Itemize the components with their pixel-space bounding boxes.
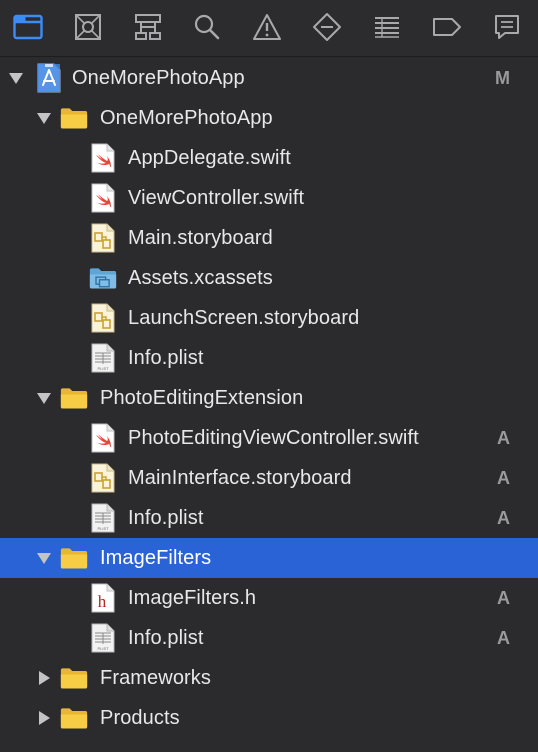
swift-file-icon <box>89 183 117 213</box>
issue-navigator-icon[interactable] <box>251 11 283 43</box>
tree-item-label: Products <box>100 707 180 729</box>
storyboard-file-icon <box>89 463 117 493</box>
swift-file-icon <box>89 143 117 173</box>
svg-text:h: h <box>98 592 107 611</box>
tree-row[interactable]: Frameworks <box>0 658 538 698</box>
tree-row[interactable]: PLIST Info.plist A <box>0 498 538 538</box>
folder-icon <box>60 544 88 572</box>
tree-row[interactable]: Main.storyboard <box>0 218 538 258</box>
folder-icon <box>60 664 88 692</box>
tree-item-label: LaunchScreen.storyboard <box>128 307 360 329</box>
tree-item-label: Info.plist <box>128 627 204 649</box>
folder-icon <box>60 384 88 412</box>
tree-item-label: ImageFilters.h <box>128 587 257 609</box>
tree-row[interactable]: Assets.xcassets <box>0 258 538 298</box>
disclosure-expanded-icon[interactable] <box>8 70 24 86</box>
tree-row[interactable]: AppDelegate.swift <box>0 138 538 178</box>
tree-row[interactable]: h ImageFilters.h A <box>0 578 538 618</box>
source-control-navigator-icon[interactable] <box>72 11 104 43</box>
tree-row[interactable]: MainInterface.storyboard A <box>0 458 538 498</box>
tree-row[interactable]: PLIST Info.plist <box>0 338 538 378</box>
plist-file-icon: PLIST <box>89 503 117 533</box>
tree-row[interactable]: Products <box>0 698 538 738</box>
navigator-toolbar <box>0 0 538 57</box>
tree-item-label: OneMorePhotoApp <box>72 67 245 89</box>
header-file-icon: h <box>89 583 117 613</box>
folder-icon <box>60 704 88 732</box>
disclosure-expanded-icon[interactable] <box>36 390 52 406</box>
plist-file-icon: PLIST <box>89 343 117 373</box>
folder-icon <box>60 104 88 132</box>
source-control-status-badge: A <box>497 628 510 648</box>
tree-item-label: MainInterface.storyboard <box>128 467 352 489</box>
source-control-status-badge: A <box>497 468 510 488</box>
tree-item-label: PhotoEditingViewController.swift <box>128 427 419 449</box>
test-navigator-icon[interactable] <box>311 11 343 43</box>
tree-row[interactable]: ImageFilters <box>0 538 538 578</box>
tree-item-label: Assets.xcassets <box>128 267 273 289</box>
asset-catalog-icon <box>89 264 117 292</box>
tree-item-label: AppDelegate.swift <box>128 147 291 169</box>
tree-item-label: PhotoEditingExtension <box>100 387 304 409</box>
tree-row[interactable]: OneMorePhotoApp <box>0 98 538 138</box>
report-navigator-icon[interactable] <box>491 11 523 43</box>
disclosure-expanded-icon[interactable] <box>36 550 52 566</box>
disclosure-collapsed-icon[interactable] <box>36 670 52 686</box>
tree-item-label: Frameworks <box>100 667 212 689</box>
source-control-status-badge: A <box>497 588 510 608</box>
tree-item-label: ImageFilters <box>100 547 212 569</box>
storyboard-file-icon <box>89 223 117 253</box>
swift-file-icon <box>89 423 117 453</box>
svg-text:PLIST: PLIST <box>97 366 109 371</box>
xcode-project-icon <box>35 63 63 93</box>
source-control-status-badge: A <box>497 428 510 448</box>
svg-text:PLIST: PLIST <box>97 646 109 651</box>
project-navigator-icon[interactable] <box>12 11 44 43</box>
tree-item-label: OneMorePhotoApp <box>100 107 273 129</box>
symbol-navigator-icon[interactable] <box>132 11 164 43</box>
tree-item-label: Info.plist <box>128 507 204 529</box>
tree-row[interactable]: OneMorePhotoApp M <box>0 58 538 98</box>
source-control-status-badge: A <box>497 508 510 528</box>
tree-row[interactable]: PhotoEditingExtension <box>0 378 538 418</box>
svg-text:PLIST: PLIST <box>97 526 109 531</box>
plist-file-icon: PLIST <box>89 623 117 653</box>
tree-row[interactable]: PhotoEditingViewController.swift A <box>0 418 538 458</box>
tree-item-label: ViewController.swift <box>128 187 305 209</box>
tree-item-label: Info.plist <box>128 347 204 369</box>
disclosure-expanded-icon[interactable] <box>36 110 52 126</box>
disclosure-collapsed-icon[interactable] <box>36 710 52 726</box>
debug-navigator-icon[interactable] <box>371 11 403 43</box>
tree-item-label: Main.storyboard <box>128 227 273 249</box>
storyboard-file-icon <box>89 303 117 333</box>
tree-row[interactable]: LaunchScreen.storyboard <box>0 298 538 338</box>
source-control-status-badge: M <box>495 68 510 88</box>
project-navigator-tree: OneMorePhotoApp M OneMorePhotoApp AppDelega… <box>0 58 538 738</box>
tree-row[interactable]: PLIST Info.plist A <box>0 618 538 658</box>
tree-row[interactable]: ViewController.swift <box>0 178 538 218</box>
breakpoint-navigator-icon[interactable] <box>431 11 463 43</box>
find-navigator-icon[interactable] <box>191 11 223 43</box>
